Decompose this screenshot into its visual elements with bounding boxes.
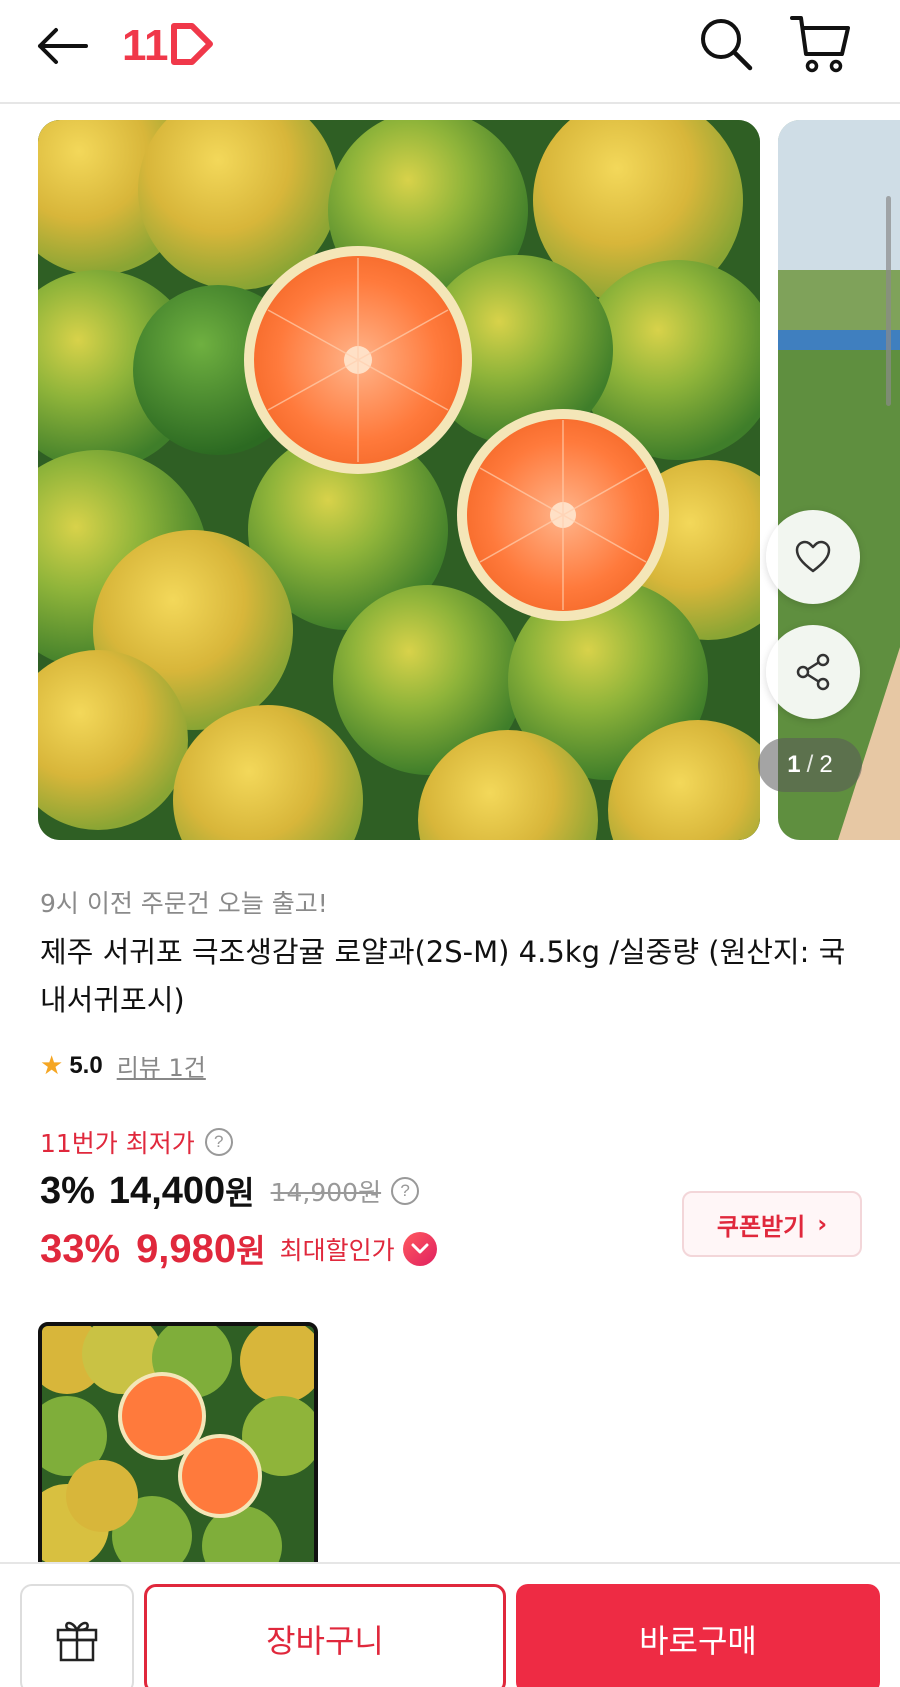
shipping-notice: 9시 이전 주문건 오늘 출고!	[40, 889, 328, 918]
back-arrow-icon	[38, 28, 88, 64]
rating-row: ★ 5.0 리뷰 1건	[40, 1048, 206, 1083]
search-button[interactable]	[690, 8, 762, 80]
lowest-price-text: 11번가 최저가	[40, 1129, 195, 1158]
product-thumbnail[interactable]	[38, 1322, 318, 1592]
max-discount-label: 최대할인가	[279, 1236, 395, 1265]
page-current: 1	[787, 751, 801, 778]
lowest-price-label: 11번가 최저가 ?	[40, 1124, 233, 1160]
review-count-link[interactable]: 리뷰 1건	[117, 1048, 206, 1083]
image-page-counter: 1 / 2	[758, 738, 862, 792]
currency-unit: 원	[225, 1174, 255, 1212]
max-discount-expand-button[interactable]	[402, 1232, 437, 1266]
max-discount-row: 33% 9,980 원 최대할인가	[40, 1226, 437, 1272]
thumbnail-photo	[42, 1326, 314, 1588]
coupon-label: 쿠폰받기	[716, 1212, 806, 1241]
product-image-main[interactable]	[38, 120, 760, 840]
share-icon	[796, 653, 830, 691]
discount-percent: 3%	[40, 1169, 95, 1212]
sale-price: 14,400	[108, 1169, 226, 1212]
buy-now-button[interactable]: 바로구매	[516, 1584, 880, 1687]
share-button[interactable]	[766, 625, 860, 719]
sale-price-row: 3% 14,400 원 14,900원 ?	[40, 1168, 420, 1214]
orchard-photo	[778, 120, 900, 840]
price-help-icon[interactable]: ?	[391, 1177, 420, 1205]
rating-score: 5.0	[69, 1051, 103, 1079]
add-to-cart-button[interactable]: 장바구니	[144, 1584, 506, 1687]
search-icon	[701, 19, 753, 71]
heart-icon	[795, 540, 831, 573]
tangerine-photo	[38, 120, 760, 840]
help-icon[interactable]: ?	[204, 1128, 233, 1156]
brand-logo[interactable]: 11	[122, 16, 222, 72]
page-total: 2	[819, 751, 833, 778]
cart-button[interactable]	[782, 4, 860, 82]
page-separator: /	[806, 751, 814, 778]
chevron-down-icon	[411, 1243, 429, 1254]
get-coupon-button[interactable]: 쿠폰받기 ›	[682, 1191, 862, 1257]
cart-icon	[790, 16, 850, 73]
max-discount-price: 9,980	[136, 1226, 237, 1271]
product-title: 제주 서귀포 극조생감귤 로얄과(2S-M) 4.5kg /실중량 (원산지: …	[40, 935, 846, 1017]
original-price: 14,900원	[270, 1178, 382, 1207]
gift-icon	[56, 1621, 98, 1662]
product-image-next[interactable]	[778, 120, 900, 840]
chevron-right-icon: ›	[817, 1210, 828, 1238]
back-button[interactable]	[30, 14, 94, 78]
like-button[interactable]	[766, 510, 860, 604]
svg-text:11: 11	[122, 21, 169, 70]
scroll-indicator	[886, 196, 891, 406]
bottom-action-bar: 장바구니 바로구매	[0, 1562, 900, 1687]
max-currency-unit: 원	[236, 1232, 266, 1270]
logo-icon: 11	[122, 21, 213, 70]
top-header: 11	[0, 0, 900, 104]
max-discount-percent: 33%	[40, 1226, 121, 1271]
star-icon: ★	[40, 1050, 64, 1081]
product-image-carousel[interactable]: 1 / 2	[0, 120, 900, 840]
gift-button[interactable]	[20, 1584, 134, 1687]
